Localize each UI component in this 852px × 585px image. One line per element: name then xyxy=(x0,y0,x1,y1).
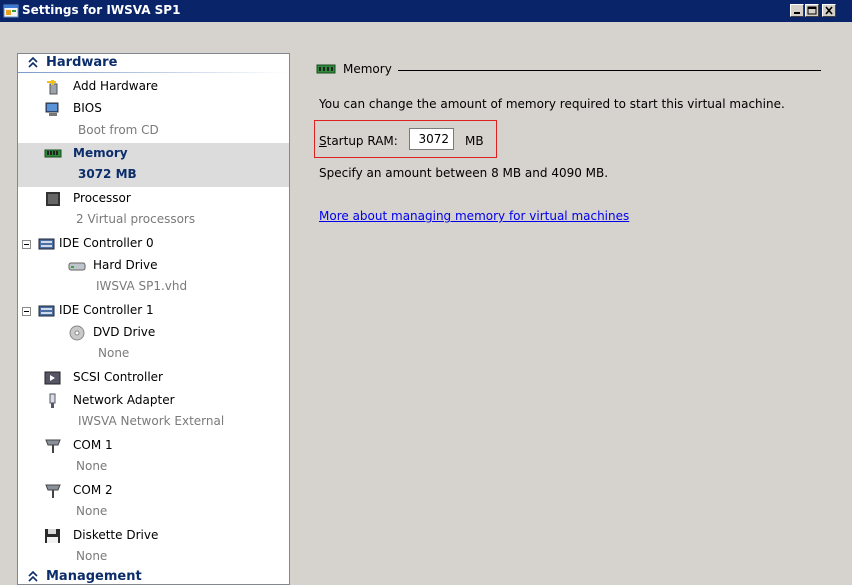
ide1-label: IDE Controller 1 xyxy=(59,303,154,317)
processor-detail: 2 Virtual processors xyxy=(76,212,196,226)
settings-app-icon xyxy=(3,3,19,19)
tree-item-memory[interactable]: Memory 3072 MB xyxy=(18,143,289,187)
com1-label: COM 1 xyxy=(73,438,113,452)
diskette-detail: None xyxy=(76,549,108,563)
startup-ram-label-text: tartup RAM: xyxy=(326,134,398,148)
hardware-header-label: Hardware xyxy=(46,55,118,70)
dvd-disc-icon xyxy=(69,325,85,341)
tree-item-processor[interactable]: Processor 2 Virtual processors xyxy=(18,188,289,232)
memory-settings-panel: Memory You can change the amount of memo… xyxy=(297,53,852,585)
tree-item-com1[interactable]: COM 1 None xyxy=(18,435,289,479)
hard-drive-detail: IWSVA SP1.vhd xyxy=(96,279,188,293)
tree-item-hard-drive[interactable]: Hard Drive IWSVA SP1.vhd xyxy=(18,255,289,299)
tree-item-scsi-controller[interactable]: SCSI Controller xyxy=(18,367,289,390)
collapse-ide0-icon[interactable] xyxy=(22,240,31,249)
ide-controller-icon xyxy=(38,238,55,250)
close-icon xyxy=(825,6,833,15)
group-divider xyxy=(398,70,821,71)
management-header-label: Management xyxy=(46,569,142,584)
network-adapter-icon xyxy=(49,393,56,408)
minimize-button[interactable] xyxy=(790,4,804,17)
tree-item-ide-controller-1[interactable]: IDE Controller 1 xyxy=(18,300,289,323)
ide-controller-icon xyxy=(38,305,55,317)
maximize-icon xyxy=(807,6,817,15)
settings-tree[interactable]: Hardware Add Hardware BIOS Boot from CD … xyxy=(17,53,290,585)
add-hardware-label: Add Hardware xyxy=(73,79,158,93)
collapse-ide1-icon[interactable] xyxy=(22,307,31,316)
hard-drive-label: Hard Drive xyxy=(93,258,158,272)
com2-label: COM 2 xyxy=(73,483,113,497)
scsi-label: SCSI Controller xyxy=(73,370,163,384)
tree-item-add-hardware[interactable]: Add Hardware xyxy=(18,76,289,99)
memory-icon xyxy=(316,64,336,74)
collapse-chevron-icon xyxy=(28,571,38,582)
com1-detail: None xyxy=(76,459,108,473)
dvd-drive-label: DVD Drive xyxy=(93,325,156,339)
com2-detail: None xyxy=(76,504,108,518)
tree-item-dvd-drive[interactable]: DVD Drive None xyxy=(18,322,289,366)
processor-label: Processor xyxy=(73,191,131,205)
memory-detail: 3072 MB xyxy=(78,167,137,181)
tree-item-diskette-drive[interactable]: Diskette Drive None xyxy=(18,525,289,569)
memory-group-title: Memory xyxy=(343,62,392,76)
memory-description: You can change the amount of memory requ… xyxy=(319,97,785,111)
serial-port-icon xyxy=(45,484,61,498)
dvd-drive-detail: None xyxy=(98,346,130,360)
startup-ram-accesskey: S xyxy=(319,134,327,148)
tree-item-bios[interactable]: BIOS Boot from CD xyxy=(18,98,289,142)
header-divider xyxy=(18,72,289,73)
bios-icon xyxy=(45,102,59,116)
add-hardware-icon xyxy=(47,80,58,95)
startup-ram-unit: MB xyxy=(465,134,484,148)
close-button[interactable] xyxy=(822,4,836,17)
startup-ram-label: Startup RAM: xyxy=(319,134,398,148)
memory-icon xyxy=(44,149,62,158)
window-title: Settings for IWSVA SP1 xyxy=(22,3,181,17)
tree-item-ide-controller-0[interactable]: IDE Controller 0 xyxy=(18,233,289,256)
management-section-header[interactable]: Management xyxy=(18,568,289,584)
serial-port-icon xyxy=(45,439,61,453)
diskette-icon xyxy=(45,529,60,543)
startup-ram-input[interactable]: 3072 xyxy=(409,128,454,150)
hardware-section-header[interactable]: Hardware xyxy=(18,54,289,73)
scsi-controller-icon xyxy=(44,371,61,385)
hard-drive-icon xyxy=(68,262,86,271)
title-bar[interactable]: Settings for IWSVA SP1 xyxy=(0,0,852,22)
processor-icon xyxy=(46,192,60,206)
memory-help-link[interactable]: More about managing memory for virtual m… xyxy=(319,209,629,223)
minimize-icon xyxy=(794,12,800,14)
maximize-button[interactable] xyxy=(805,4,819,17)
tree-item-network-adapter[interactable]: Network Adapter IWSVA Network External xyxy=(18,390,289,434)
network-detail: IWSVA Network External xyxy=(78,414,225,428)
memory-label: Memory xyxy=(73,146,128,160)
bios-detail: Boot from CD xyxy=(78,123,159,137)
collapse-chevron-icon xyxy=(28,57,38,68)
bios-label: BIOS xyxy=(73,101,102,115)
memory-range-text: Specify an amount between 8 MB and 4090 … xyxy=(319,166,609,180)
tree-item-com2[interactable]: COM 2 None xyxy=(18,480,289,524)
diskette-label: Diskette Drive xyxy=(73,528,159,542)
network-label: Network Adapter xyxy=(73,393,175,407)
ide0-label: IDE Controller 0 xyxy=(59,236,154,250)
